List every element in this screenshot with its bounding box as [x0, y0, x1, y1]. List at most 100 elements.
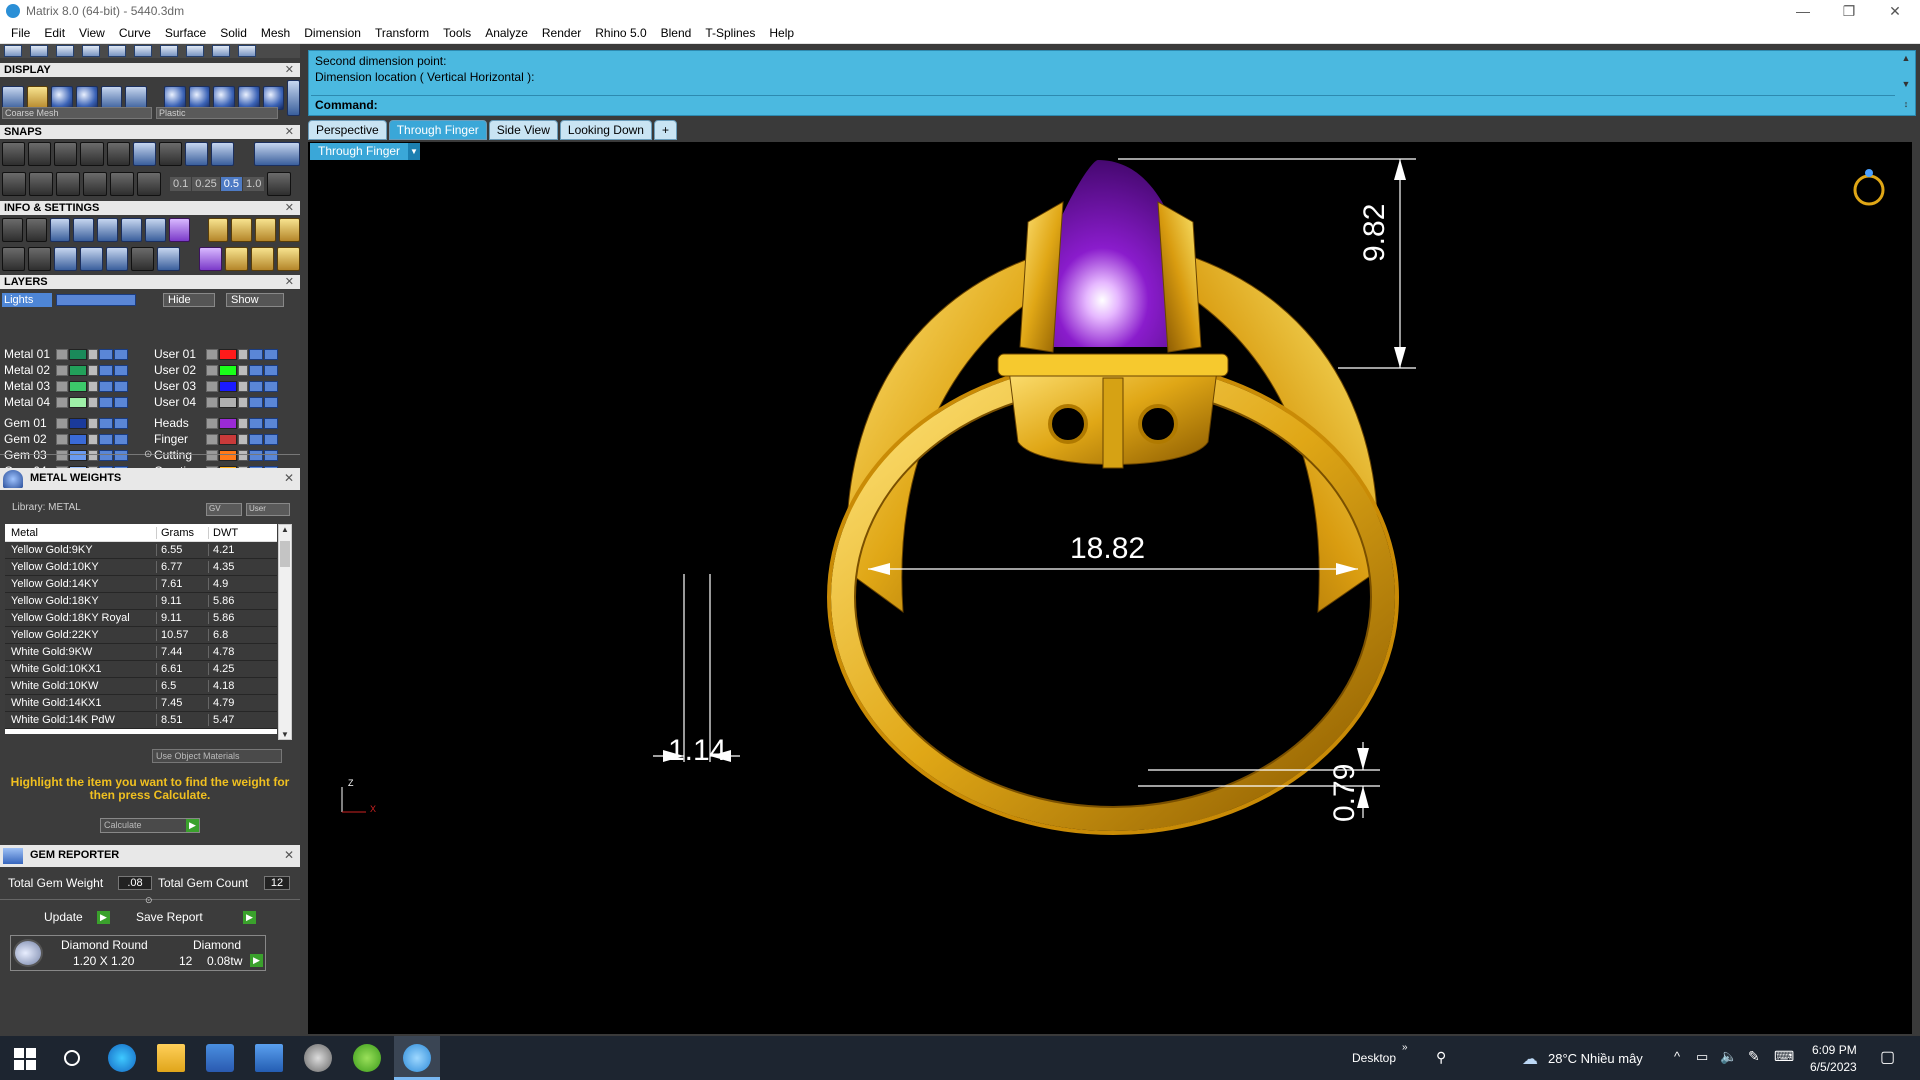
table-row[interactable]: Yellow Gold:14KY 7.61 4.9 [5, 576, 277, 593]
info-22-button[interactable] [251, 247, 275, 271]
info-3-button[interactable] [49, 218, 71, 242]
snap-perp-button[interactable] [158, 142, 182, 166]
current-layer-icon[interactable] [264, 364, 278, 376]
visibility-icon[interactable] [249, 417, 263, 429]
layer-row[interactable]: Metal 03 [4, 378, 129, 394]
table-row[interactable]: Yellow Gold:22KY 10.57 6.8 [5, 627, 277, 644]
close-icon[interactable]: ✕ [285, 125, 294, 139]
view-dropdown[interactable]: Through Finger ▼ [310, 143, 420, 160]
info-21-button[interactable] [225, 247, 249, 271]
info-7-button[interactable] [144, 218, 166, 242]
matrix-taskbar-button[interactable] [394, 1036, 440, 1080]
layer-row[interactable]: User 02 [154, 362, 279, 378]
info-10-button[interactable] [231, 218, 253, 242]
update-button[interactable]: Update ▶ [44, 910, 110, 926]
tab-looking-down[interactable]: Looking Down [559, 120, 652, 140]
menu-render[interactable]: Render [535, 26, 588, 40]
layer-row[interactable]: Gem 03 [4, 447, 129, 463]
info-9-button[interactable] [207, 218, 229, 242]
snap-value-3[interactable]: 0.5 [220, 177, 243, 191]
ortho-button[interactable] [29, 172, 53, 196]
layer-color-swatch[interactable] [69, 348, 87, 360]
info-23-button[interactable] [277, 247, 300, 271]
tool-icon[interactable] [212, 45, 230, 57]
user-button[interactable]: User [246, 503, 290, 516]
column-metal[interactable]: Metal [5, 526, 157, 539]
minimize-button[interactable]: — [1780, 0, 1826, 22]
info-5-button[interactable] [97, 218, 119, 242]
expand-arrow-icon[interactable] [206, 380, 218, 392]
close-icon[interactable]: ✕ [285, 275, 294, 289]
table-row[interactable]: White Gold:9KW 7.44 4.78 [5, 644, 277, 661]
table-row[interactable]: White Gold:10KW 6.5 4.18 [5, 678, 277, 695]
current-layer-icon[interactable] [264, 417, 278, 429]
green-app-icon[interactable] [353, 1044, 381, 1072]
layer-row[interactable]: Cutting [154, 447, 279, 463]
current-layer-icon[interactable] [264, 449, 278, 461]
analyze-button[interactable] [25, 218, 47, 242]
scroll-thumb[interactable] [280, 541, 290, 567]
layer-row[interactable]: Metal 01 [4, 346, 129, 362]
table-row[interactable]: White Gold:14KX1 7.45 4.79 [5, 695, 277, 712]
snap-point-button[interactable] [54, 142, 78, 166]
tool-icon[interactable] [56, 45, 74, 57]
add-tab-button[interactable]: + [653, 120, 677, 140]
visibility-icon[interactable] [99, 417, 113, 429]
visibility-icon[interactable] [249, 396, 263, 408]
layer-color-swatch[interactable] [219, 433, 237, 445]
current-layer-icon[interactable] [114, 364, 128, 376]
lock-icon[interactable] [88, 396, 98, 408]
save-report-button[interactable]: Save Report ▶ [136, 910, 256, 926]
settings-button[interactable] [2, 218, 23, 242]
info-12-button[interactable] [279, 218, 300, 242]
lights-controls[interactable] [56, 294, 136, 306]
current-layer-icon[interactable] [264, 380, 278, 392]
layer-color-swatch[interactable] [219, 417, 237, 429]
current-layer-icon[interactable] [264, 396, 278, 408]
info-14-button[interactable] [27, 247, 51, 271]
tool-icon[interactable] [108, 45, 126, 57]
hide-button[interactable]: Hide [163, 293, 215, 307]
scroll-up-icon[interactable]: ▲ [281, 525, 289, 534]
table-row[interactable]: White Gold:10KX1 6.61 4.25 [5, 661, 277, 678]
weather-cloud-icon[interactable]: ☁ [1522, 1049, 1538, 1069]
visibility-icon[interactable] [249, 433, 263, 445]
visibility-icon[interactable] [249, 380, 263, 392]
lock-icon[interactable] [238, 433, 248, 445]
ring-view-icon[interactable] [1853, 169, 1885, 206]
info-15-button[interactable] [53, 247, 77, 271]
layer-row[interactable]: Heads [154, 415, 279, 431]
visibility-icon[interactable] [249, 449, 263, 461]
menu-analyze[interactable]: Analyze [478, 26, 535, 40]
table-row[interactable]: White Gold:14K PdW 8.51 5.47 [5, 712, 277, 729]
column-dwt[interactable]: DWT [209, 527, 269, 539]
command-input[interactable] [311, 95, 1895, 115]
windows-start-icon[interactable] [10, 1044, 38, 1072]
show-button[interactable]: Show [226, 293, 284, 307]
planar-button[interactable] [56, 172, 80, 196]
menu-surface[interactable]: Surface [158, 26, 213, 40]
close-icon[interactable]: ✕ [285, 63, 294, 77]
lock-icon[interactable] [238, 396, 248, 408]
snap-value-4[interactable]: 1.0 [243, 177, 265, 191]
expand-arrow-icon[interactable] [206, 433, 218, 445]
close-button[interactable]: ✕ [1872, 0, 1918, 22]
toolbar-chevron-icon[interactable]: » [1402, 1042, 1408, 1053]
snap-near-button[interactable] [28, 142, 52, 166]
expand-arrow-icon[interactable] [56, 380, 68, 392]
layer-color-swatch[interactable] [69, 364, 87, 376]
lock-icon[interactable] [238, 364, 248, 376]
menu-blend[interactable]: Blend [654, 26, 699, 40]
calculate-button[interactable]: Calculate ▶ [100, 818, 200, 833]
3d-viewport[interactable]: 9.82 18.82 1.14 0.79 Z X [308, 142, 1912, 1034]
tool-icon[interactable] [4, 45, 22, 57]
menu-view[interactable]: View [72, 26, 112, 40]
layer-color-swatch[interactable] [69, 433, 87, 445]
expand-arrow-icon[interactable] [56, 449, 68, 461]
visibility-icon[interactable] [99, 364, 113, 376]
layer-color-swatch[interactable] [219, 348, 237, 360]
expand-arrow-icon[interactable] [56, 417, 68, 429]
scroll-down-icon[interactable]: ▼ [281, 730, 289, 739]
expand-icon[interactable]: ⊙ [144, 449, 152, 460]
layer-row[interactable]: Metal 02 [4, 362, 129, 378]
